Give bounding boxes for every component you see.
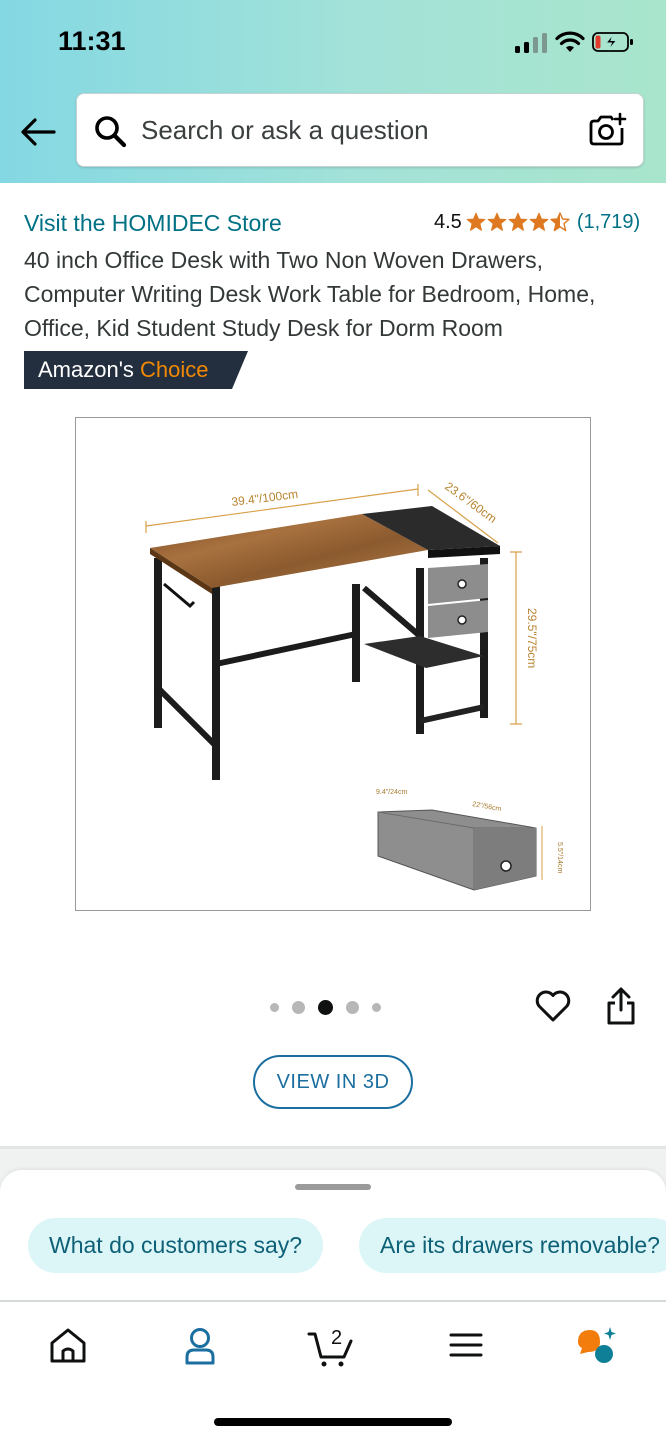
carousel-dot[interactable] xyxy=(372,1002,381,1012)
heart-icon[interactable] xyxy=(534,988,572,1024)
dim-height-label: 29.5"/75cm xyxy=(525,608,539,668)
drawer-depth-label: 9.4"/24cm xyxy=(376,789,407,796)
badge-highlight: Choice xyxy=(140,357,209,382)
account-icon[interactable] xyxy=(174,1320,226,1370)
badge-text: Amazon's Choice xyxy=(38,357,209,383)
amazons-choice-badge: Amazon's Choice xyxy=(24,351,248,389)
status-time: 11:31 xyxy=(58,26,126,56)
carousel-dot[interactable] xyxy=(346,1000,359,1014)
wifi-icon xyxy=(555,31,585,52)
carousel-dot-active[interactable] xyxy=(318,999,333,1015)
carousel-dots[interactable] xyxy=(270,997,394,1017)
half-star-icon xyxy=(550,212,570,232)
bottom-nav: 2 xyxy=(0,1300,666,1440)
drawer-height-label: 5.5"/14cm xyxy=(556,842,563,873)
cart-icon[interactable]: 2 xyxy=(306,1320,358,1370)
search-icon xyxy=(95,116,127,148)
desk-illustration: 39.4"/100cm 23.6"/60cm 29.5"/75cm 9.4"/2… xyxy=(145,479,563,891)
star-icon xyxy=(466,212,486,231)
search-input[interactable] xyxy=(141,94,571,166)
suggestion-chip[interactable]: What do customers say? xyxy=(28,1218,324,1273)
rating[interactable]: 4.5 (1,719) xyxy=(434,208,640,236)
star-icon xyxy=(529,212,549,231)
product-image[interactable]: 39.4"/100cm 23.6"/60cm 29.5"/75cm 9.4"/2… xyxy=(75,417,591,911)
cart-count: 2 xyxy=(331,1327,342,1349)
header: 11:31 xyxy=(0,0,666,183)
store-link[interactable]: Visit the HOMIDEC Store xyxy=(24,210,282,237)
rating-value: 4.5 xyxy=(434,210,462,233)
badge-prefix: Amazon's xyxy=(38,357,134,382)
star-rating xyxy=(466,212,571,232)
carousel-dot[interactable] xyxy=(270,1002,279,1012)
search-bar[interactable] xyxy=(76,93,644,167)
home-indicator xyxy=(214,1418,452,1426)
back-icon[interactable] xyxy=(18,112,58,152)
camera-icon[interactable] xyxy=(587,112,627,148)
carousel-dot[interactable] xyxy=(292,1000,305,1014)
star-icon xyxy=(487,212,507,231)
rufus-icon[interactable] xyxy=(572,1320,624,1370)
star-icon xyxy=(508,212,528,231)
share-icon[interactable] xyxy=(604,986,638,1026)
sheet-drag-handle[interactable] xyxy=(295,1184,371,1190)
suggestion-chip[interactable]: Are its drawers removable? xyxy=(359,1218,666,1273)
view-in-3d-button[interactable]: VIEW IN 3D xyxy=(253,1055,413,1109)
review-count[interactable]: (1,719) xyxy=(577,211,640,234)
home-icon[interactable] xyxy=(42,1320,94,1370)
menu-icon[interactable] xyxy=(440,1320,492,1370)
dim-width-label: 39.4"/100cm xyxy=(231,487,299,509)
product-title: 40 inch Office Desk with Two Non Woven D… xyxy=(24,247,596,341)
drawer-length-label: 22"/56cm xyxy=(472,801,502,813)
battery-icon xyxy=(592,32,633,52)
signal-icon xyxy=(515,33,547,53)
suggestion-sheet[interactable]: What do customers say? Are its drawers r… xyxy=(0,1170,666,1301)
